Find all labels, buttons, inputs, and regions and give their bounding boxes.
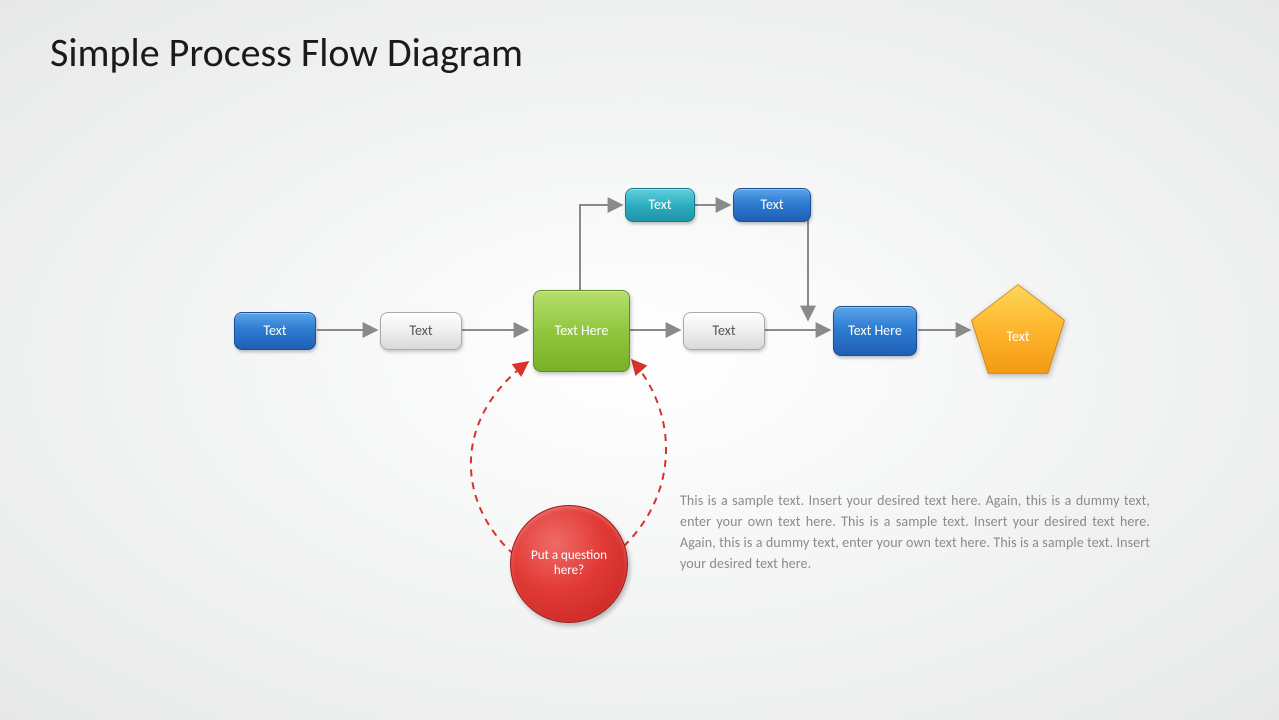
node-step-4[interactable]: Text — [683, 312, 765, 350]
diagram-canvas: Text Text Text Here Text Text Here Text … — [0, 0, 1279, 720]
node-branch-2[interactable]: Text — [733, 188, 811, 222]
node-end-label: Text — [1006, 328, 1029, 345]
node-branch-1[interactable]: Text — [625, 188, 695, 222]
connector-layer — [0, 0, 1279, 720]
node-step-5[interactable]: Text Here — [833, 306, 917, 356]
node-question[interactable]: Put a question here? — [510, 505, 628, 623]
node-step-4-label: Text — [712, 323, 735, 339]
node-end[interactable]: Text — [972, 285, 1064, 373]
node-start-label: Text — [263, 323, 286, 339]
node-step-2[interactable]: Text — [380, 312, 462, 350]
description-text: This is a sample text. Insert your desir… — [680, 490, 1150, 574]
node-question-label: Put a question here? — [519, 549, 619, 579]
arrow-n3-t1 — [580, 205, 622, 290]
node-branch-2-label: Text — [760, 197, 783, 213]
node-branch-1-label: Text — [648, 197, 671, 213]
node-decision-label: Text Here — [555, 323, 609, 339]
dashed-arc-right — [614, 360, 666, 555]
node-step-2-label: Text — [409, 323, 432, 339]
node-start[interactable]: Text — [234, 312, 316, 350]
node-step-5-label: Text Here — [848, 323, 902, 339]
node-decision[interactable]: Text Here — [533, 290, 630, 372]
